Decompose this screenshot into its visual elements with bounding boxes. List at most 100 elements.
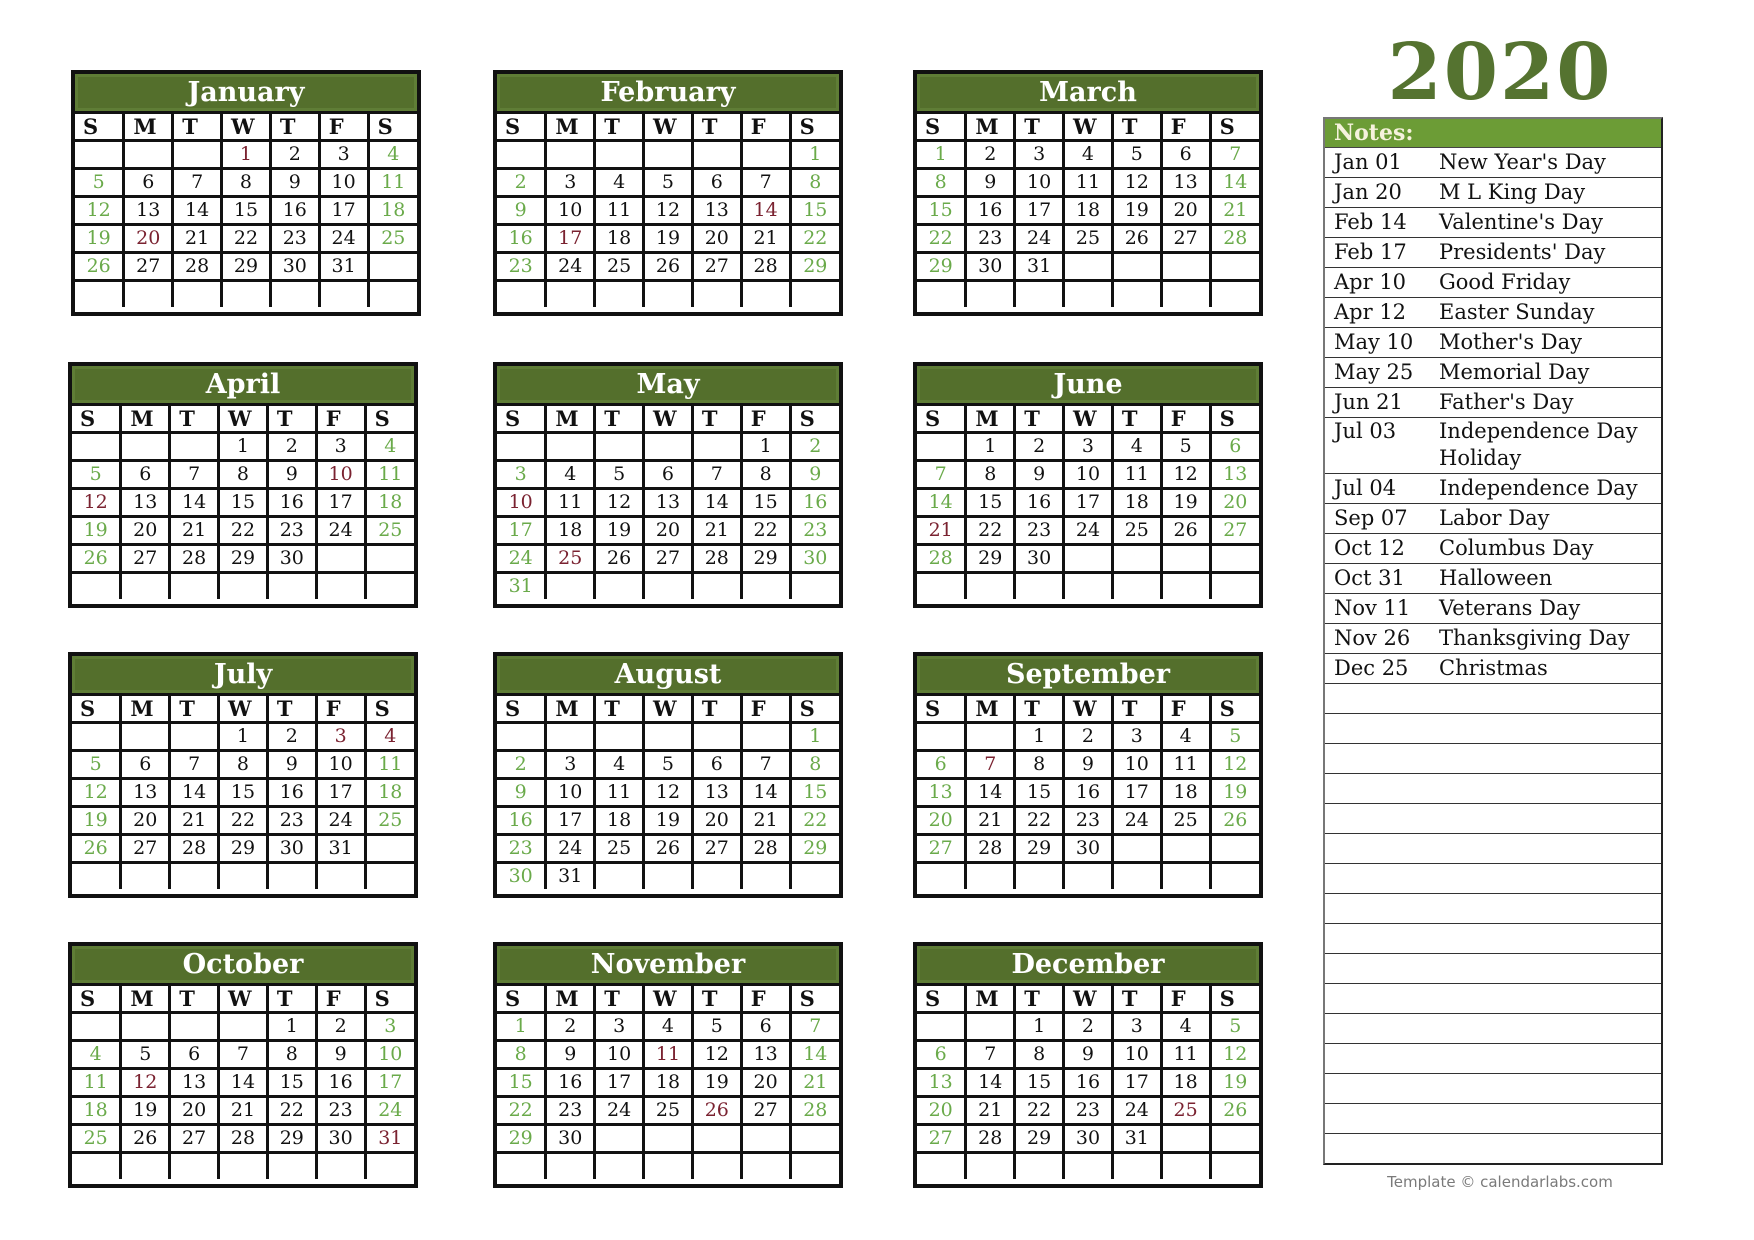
note-row: Dec 25 Christmas (1325, 654, 1661, 684)
month-title: November (497, 946, 839, 986)
month-january: January S M T W T F S 1 2 3 4 5 6 7 8 9 10 11 12 13 14 15 16 17 1… (71, 70, 421, 316)
note-blank-row[interactable] (1325, 774, 1661, 804)
weekday-header: T (168, 986, 221, 1014)
day-cell: 27 (690, 833, 743, 864)
day-cell: 9 (1062, 1039, 1114, 1070)
empty-cell (314, 1151, 367, 1179)
weekday-header: T (593, 696, 646, 724)
note-blank-row[interactable] (1325, 834, 1661, 864)
note-blank-row[interactable] (1325, 684, 1661, 714)
empty-cell (72, 571, 123, 599)
day-cell: 14 (1208, 167, 1259, 198)
note-blank-row[interactable] (1325, 894, 1661, 924)
week-row: 5 6 7 8 9 10 11 (75, 167, 417, 198)
empty-cell (917, 861, 968, 889)
empty-cell (593, 721, 646, 752)
week-row: 9 10 11 12 13 14 15 (497, 777, 839, 808)
note-date: Oct 31 (1334, 566, 1405, 590)
day-cell: 21 (917, 515, 968, 546)
note-blank-row[interactable] (1325, 984, 1661, 1014)
empty-cell (75, 279, 126, 307)
day-cell: 9 (314, 1039, 367, 1070)
day-cell: 8 (265, 1039, 318, 1070)
day-cell: 22 (497, 1095, 548, 1126)
notes-list: Jan 01 New Year's Day Jan 20 M L King Day Fe… (1325, 148, 1661, 1163)
week-row: 6 7 8 9 10 11 12 (917, 749, 1259, 780)
day-cell: 30 (1062, 1123, 1114, 1154)
note-blank-row[interactable] (1325, 1044, 1661, 1074)
empty-cell (119, 431, 172, 462)
day-cell: 3 (544, 167, 597, 198)
empty-cell (1208, 279, 1259, 307)
day-cell: 16 (1013, 487, 1066, 518)
week-row: 123456 (917, 431, 1259, 462)
weekday-header: M (544, 696, 597, 724)
day-cell: 11 (1159, 1039, 1212, 1070)
note-blank-row[interactable] (1325, 804, 1661, 834)
week-row: 15 16 17 18 19 20 21 (917, 195, 1259, 226)
day-cell: 20 (690, 805, 743, 836)
note-date: Apr 10 (1334, 270, 1407, 294)
day-cell: 22 (917, 223, 968, 254)
week-row: 3456789 (497, 459, 839, 490)
week-row: 25 26 27 28 29 30 31 (72, 1123, 414, 1154)
empty-cell (1013, 1151, 1066, 1179)
empty-cell (739, 279, 792, 307)
note-blank-row[interactable] (1325, 1074, 1661, 1104)
week-row: 18 19 20 21 22 23 24 (72, 1095, 414, 1126)
day-cell: 2 (788, 431, 839, 462)
empty-cell (1062, 861, 1114, 889)
day-cell: 19 (72, 805, 123, 836)
day-cell: 15 (220, 195, 272, 226)
day-cell: 13 (642, 487, 694, 518)
empty-cell (265, 861, 318, 889)
month-grid: S M T W T F S 1 2 3 4 5 6 7 8 9 10 11 12 13 14 15 16 17 18 19 20 21… (75, 114, 417, 307)
empty-cell (72, 1011, 123, 1042)
empty-cell (1208, 1123, 1259, 1154)
month-april: April S M T W T F S 1 2 3 4 5 6 7 8 9 10 11 12 13 14 15 16 17 18 1… (68, 362, 418, 608)
day-cell: 13 (119, 777, 172, 808)
day-cell: 26 (72, 543, 123, 574)
note-name: Veterans Day (1439, 596, 1581, 620)
empty-cell (119, 1151, 172, 1179)
note-blank-row[interactable] (1325, 744, 1661, 774)
weekday-row: SMTWTFS (497, 696, 839, 724)
note-row: Jun 21 Father's Day (1325, 388, 1661, 418)
day-cell: 14 (964, 1067, 1017, 1098)
day-cell: 9 (964, 167, 1017, 198)
note-blank-row[interactable] (1325, 924, 1661, 954)
note-blank-row[interactable] (1325, 864, 1661, 894)
day-cell: 15 (739, 487, 792, 518)
note-blank-row[interactable] (1325, 1104, 1661, 1134)
note-blank-row[interactable] (1325, 1134, 1661, 1163)
day-cell: 27 (1208, 515, 1259, 546)
day-cell: 31 (314, 833, 367, 864)
day-cell: 4 (1062, 139, 1114, 170)
day-cell: 17 (1013, 195, 1066, 226)
day-cell: 13 (739, 1039, 792, 1070)
day-cell: 6 (119, 749, 172, 780)
day-cell: 7 (739, 749, 792, 780)
weekday-header: M (964, 986, 1017, 1014)
weekday-header: S (497, 114, 548, 142)
month-grid: S M T W T F S 1 2 3 4 5 6 7 8 9 10 11 12 13 14 15 16 17 18 19 20 21… (917, 406, 1259, 599)
empty-cell (314, 543, 367, 574)
note-blank-row[interactable] (1325, 1014, 1661, 1044)
weekday-row: SMTWTFS (72, 986, 414, 1014)
empty-cell (1208, 571, 1259, 599)
empty-cell (497, 721, 548, 752)
day-cell: 12 (1208, 749, 1259, 780)
day-cell: 31 (1110, 1123, 1163, 1154)
day-cell: 6 (122, 167, 175, 198)
day-cell: 23 (497, 833, 548, 864)
day-cell: 7 (168, 459, 221, 490)
day-cell: 12 (75, 195, 126, 226)
day-cell: 29 (265, 1123, 318, 1154)
note-blank-row[interactable] (1325, 954, 1661, 984)
month-february: February S M T W T F S 1 2 3 4 5 6 7 8 9 10 11 12 13 14 15 16 17… (493, 70, 843, 316)
week-row: 1234567 (917, 139, 1259, 170)
note-blank-row[interactable] (1325, 714, 1661, 744)
empty-cell (217, 1011, 269, 1042)
empty-cell (497, 431, 548, 462)
empty-cell (1013, 279, 1066, 307)
